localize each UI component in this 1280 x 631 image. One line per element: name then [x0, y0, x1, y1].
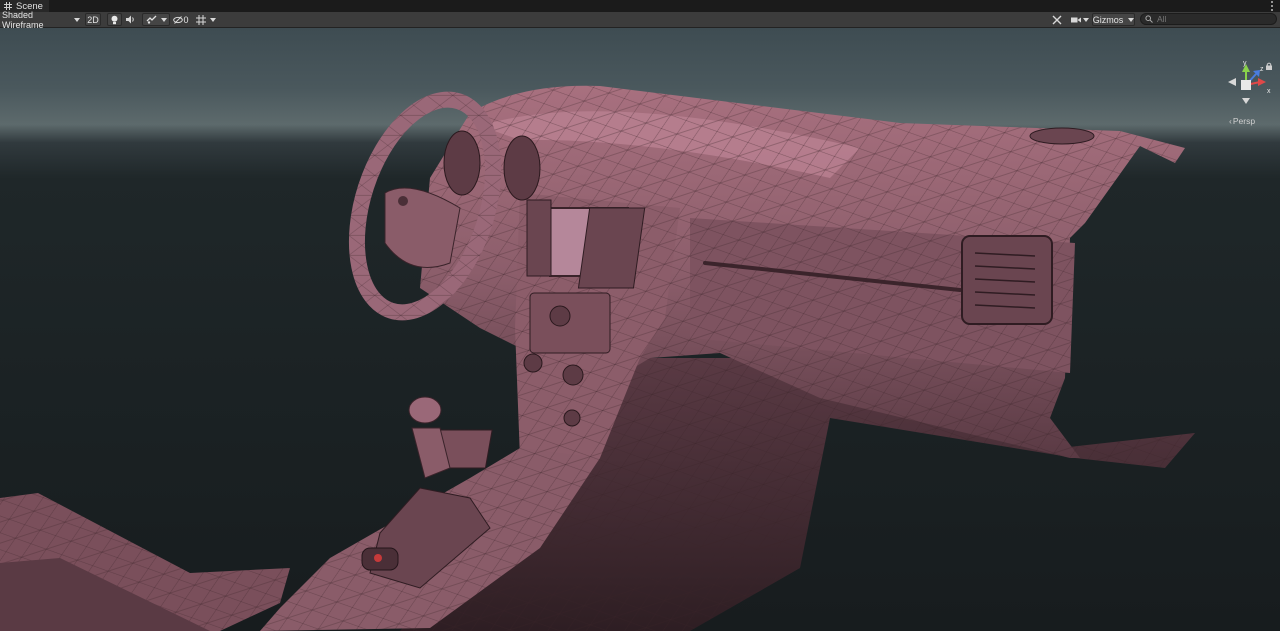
car-interior-mesh — [0, 85, 1195, 631]
x-axis-cone[interactable] — [1258, 78, 1266, 86]
projection-toggle[interactable]: ‹ Persp — [1229, 116, 1255, 126]
center-right-vent — [577, 207, 646, 289]
center-left-vent — [526, 199, 552, 277]
hidden-objects-toggle[interactable]: 0 — [171, 13, 191, 26]
climate-panel — [529, 292, 611, 354]
tools-button[interactable] — [1050, 13, 1064, 26]
toggle-2d-button[interactable]: 2D — [85, 13, 101, 26]
x-axis-label: x — [1267, 88, 1271, 95]
chevron-down-icon — [210, 17, 216, 22]
effects-icon — [146, 15, 156, 24]
audio-toggle-button[interactable] — [124, 13, 138, 26]
lower-knob — [563, 409, 581, 427]
chevron-down-icon — [1128, 17, 1135, 22]
left-knob — [523, 353, 543, 373]
search-input[interactable] — [1157, 14, 1267, 24]
eye-slash-icon — [173, 15, 184, 24]
chevron-down-icon — [1083, 17, 1089, 22]
search-icon — [1145, 15, 1153, 23]
scene-viewport[interactable]: y x z ‹ Persp — [0, 28, 1280, 631]
lock-icon[interactable] — [1265, 62, 1273, 70]
camera-icon — [1071, 17, 1081, 22]
z-axis-label: z — [1260, 66, 1264, 73]
hidden-count: 0 — [183, 14, 189, 25]
steering-logo — [398, 196, 408, 206]
lightbulb-icon — [111, 15, 118, 24]
draw-mode-dropdown[interactable]: Shaded Wireframe — [2, 10, 80, 30]
draw-mode-label: Shaded Wireframe — [2, 9, 44, 30]
chevron-left-icon: ‹ — [1229, 116, 1232, 126]
start-button — [374, 554, 382, 562]
camera-dropdown[interactable] — [1069, 13, 1091, 26]
tools-icon — [1052, 15, 1062, 24]
toggle-2d-label: 2D — [87, 14, 99, 25]
search-field[interactable] — [1140, 13, 1277, 25]
speaker-grille — [1029, 127, 1095, 145]
gizmos-dropdown[interactable]: Gizmos — [1092, 13, 1135, 26]
tachometer-dial — [443, 130, 481, 196]
window-menu-icon[interactable] — [1271, 1, 1274, 11]
chevron-down-icon — [74, 17, 80, 22]
grid-icon — [196, 14, 206, 25]
chevron-down-icon — [160, 17, 167, 22]
climate-knob — [549, 305, 571, 327]
speaker-icon — [126, 15, 134, 24]
speedometer-dial — [503, 135, 541, 201]
right-knob — [562, 364, 584, 386]
shifter-knob — [408, 396, 442, 424]
projection-label: Persp — [1232, 116, 1256, 126]
lighting-toggle-button[interactable] — [107, 13, 122, 26]
effects-dropdown[interactable] — [142, 13, 170, 26]
grid-dropdown[interactable] — [194, 13, 218, 26]
gizmo-center-cube[interactable] — [1241, 80, 1251, 90]
y-axis-label: y — [1243, 60, 1247, 67]
gizmos-label: Gizmos — [1092, 14, 1124, 25]
scene-toolbar: Shaded Wireframe 2D 0 Gizmos All — [0, 10, 1280, 30]
